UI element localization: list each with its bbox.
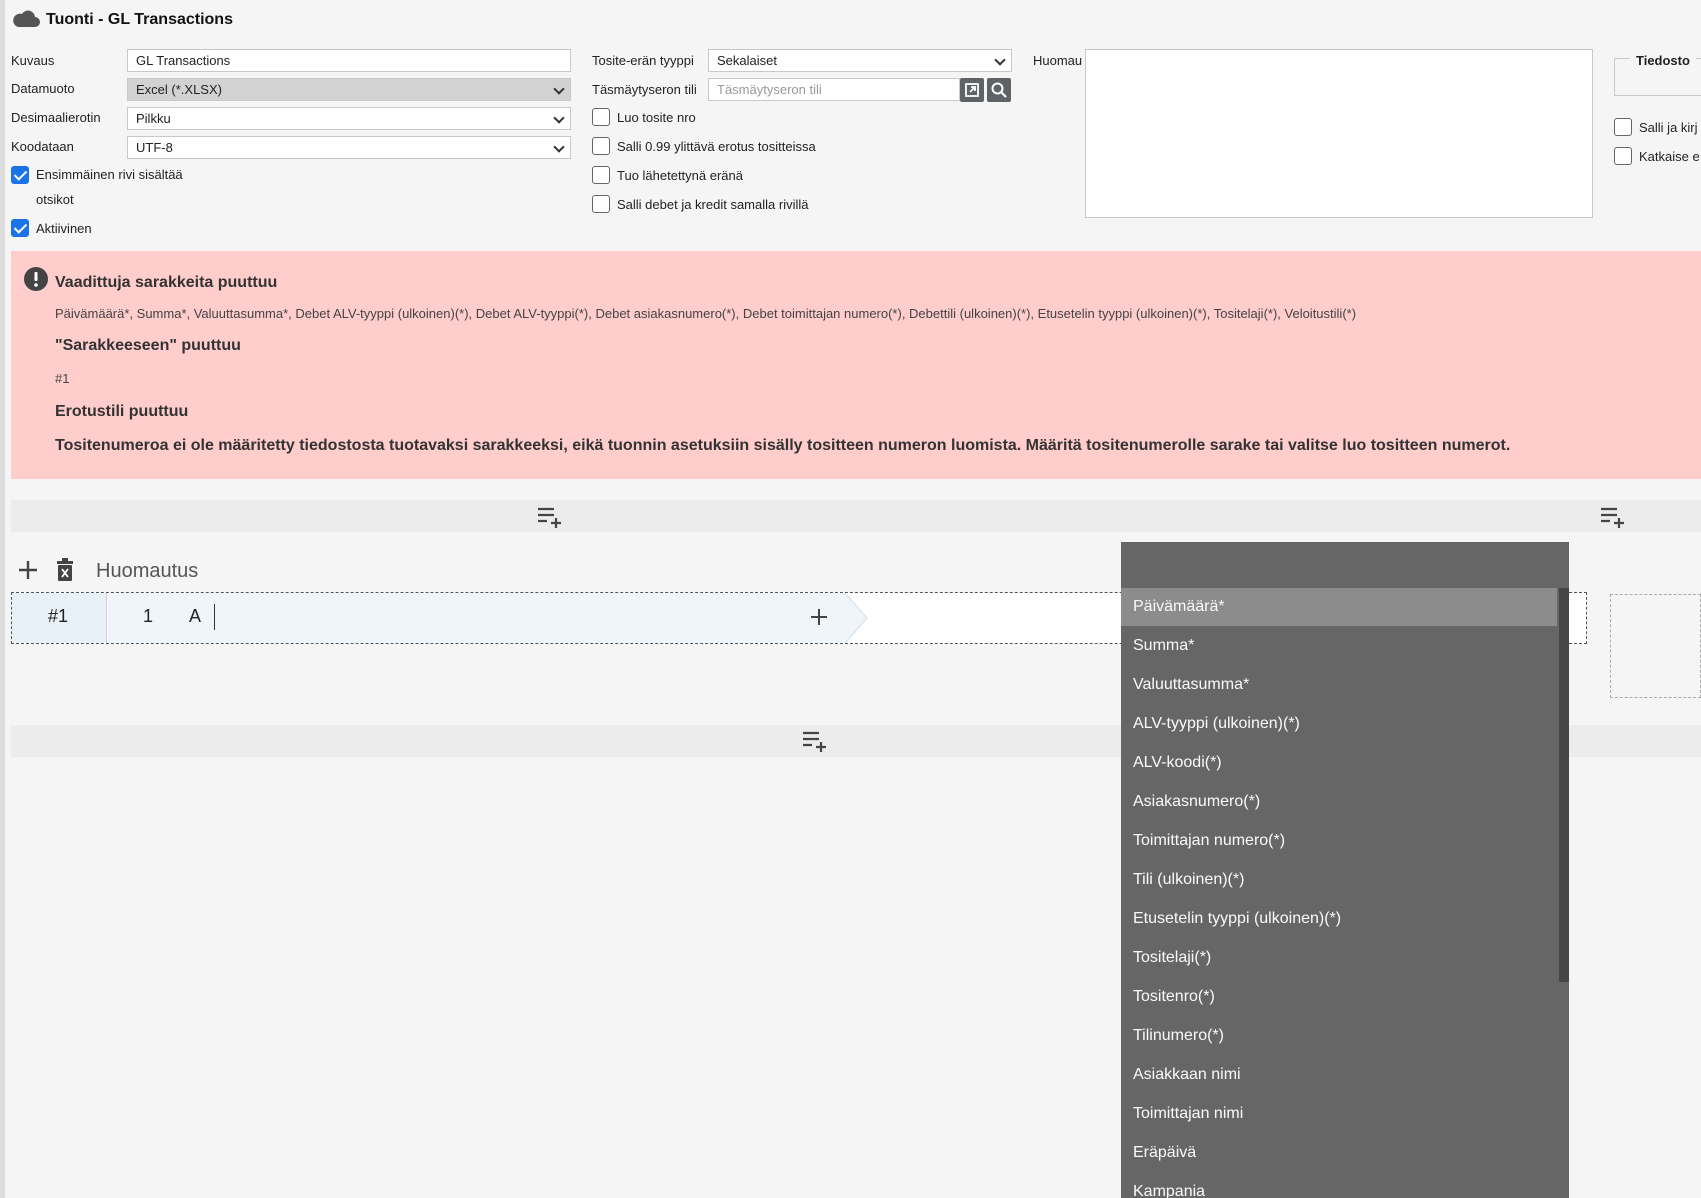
dropdown-item[interactable]: Tilinumero(*) xyxy=(1121,1017,1557,1055)
open-link-button[interactable] xyxy=(960,78,984,102)
kuvaus-label: Kuvaus xyxy=(11,53,55,68)
dropdown-item[interactable]: Tili (ulkoinen)(*) xyxy=(1121,861,1557,899)
koodataan-select[interactable]: UTF-8 xyxy=(127,136,571,159)
drop-zone[interactable] xyxy=(1610,594,1701,698)
salli-kirj-label: Salli ja kirj xyxy=(1639,120,1698,135)
huomautus-header: Huomautus xyxy=(96,560,199,582)
koodataan-value: UTF-8 xyxy=(136,140,173,155)
datamuoto-label: Datamuoto xyxy=(11,81,75,96)
datamuoto-value: Excel (*.XLSX) xyxy=(136,82,222,97)
add-icon[interactable] xyxy=(17,559,39,581)
dropdown-scrollbar[interactable] xyxy=(1559,588,1569,982)
tuo-lahetettyna-label: Tuo lähetettynä eränä xyxy=(617,168,743,183)
salli-099-checkbox[interactable] xyxy=(592,137,610,155)
dropdown-item[interactable]: Toimittajan numero(*) xyxy=(1121,822,1557,860)
row-mapping-cell[interactable] xyxy=(108,593,845,643)
search-icon xyxy=(991,82,1007,98)
row-column-number: 1 xyxy=(143,606,154,626)
tiedosto-legend: Tiedosto xyxy=(1630,53,1696,68)
salli-debet-label: Salli debet ja kredit samalla rivillä xyxy=(617,197,809,212)
row-id: #1 xyxy=(48,606,69,626)
salli-debet-checkbox[interactable] xyxy=(592,195,610,213)
error-text-missing-columns: Päivämäärä*, Summa*, Valuuttasumma*, Deb… xyxy=(55,306,1357,321)
search-button[interactable] xyxy=(987,78,1011,102)
luo-tosite-label: Luo tosite nro xyxy=(617,110,696,125)
open-external-icon xyxy=(965,83,979,97)
datamuoto-select[interactable]: Excel (*.XLSX) xyxy=(127,78,571,101)
first-row-headers-label-2: otsikot xyxy=(36,192,74,207)
chevron-down-icon xyxy=(553,141,565,153)
katkaise-label: Katkaise e xyxy=(1639,149,1700,164)
tosite-value: Sekalaiset xyxy=(717,53,777,68)
first-row-headers-checkbox[interactable] xyxy=(11,166,29,184)
first-row-headers-label: Ensimmäinen rivi sisältää xyxy=(36,167,183,182)
alert-icon xyxy=(24,267,48,291)
katkaise-checkbox[interactable] xyxy=(1614,147,1632,165)
desimaali-value: Pilkku xyxy=(136,111,171,126)
koodataan-label: Koodataan xyxy=(11,139,74,154)
add-mapping-icon[interactable] xyxy=(808,606,830,628)
desimaali-label: Desimaalierotin xyxy=(11,110,101,125)
error-title-tositenumero: Tositenumeroa ei ole määritetty tiedosto… xyxy=(55,437,1511,454)
tuo-lahetettyna-checkbox[interactable] xyxy=(592,166,610,184)
aktiivinen-label: Aktiivinen xyxy=(36,221,92,236)
error-title-column: "Sarakkeeseen" puuttuu xyxy=(55,337,241,354)
error-title-missing-columns: Vaadittuja sarakkeita puuttuu xyxy=(55,274,278,291)
dropdown-item[interactable]: Valuuttasumma* xyxy=(1121,666,1557,704)
error-panel: Vaadittuja sarakkeita puuttuu Päivämäärä… xyxy=(11,251,1701,479)
salli-099-label: Salli 0.99 ylittävä erotus tositteissa xyxy=(617,139,816,154)
dropdown-item[interactable]: Toimittajan nimi xyxy=(1121,1095,1557,1133)
dropdown-item[interactable]: Etusetelin tyyppi (ulkoinen)(*) xyxy=(1121,900,1557,938)
chevron-down-icon xyxy=(553,112,565,124)
desimaali-select[interactable]: Pilkku xyxy=(127,107,571,130)
tosite-label: Tosite-erän tyyppi xyxy=(592,53,694,68)
cloud-icon xyxy=(13,10,40,28)
tasmays-label: Täsmäytyseron tili xyxy=(592,82,697,97)
left-edge xyxy=(0,0,5,1198)
dropdown-item[interactable]: Kampania xyxy=(1121,1173,1557,1198)
delete-icon[interactable] xyxy=(54,558,76,582)
dropdown-item[interactable]: Päivämäärä* xyxy=(1121,588,1557,626)
chevron-down-icon xyxy=(553,83,565,95)
playlist-add-icon[interactable] xyxy=(801,729,829,753)
dropdown-item[interactable]: Tositenro(*) xyxy=(1121,978,1557,1016)
kuvaus-input[interactable]: GL Transactions xyxy=(127,49,571,72)
huomau-label: Huomau xyxy=(1033,53,1083,68)
dropdown-item[interactable]: Eräpäivä xyxy=(1121,1134,1557,1172)
tasmays-input[interactable]: Täsmäytyseron tili xyxy=(708,78,960,101)
error-text-column: #1 xyxy=(55,371,70,386)
huomautus-textarea[interactable] xyxy=(1085,49,1593,218)
aktiivinen-checkbox[interactable] xyxy=(11,219,29,237)
dropdown-item[interactable]: Asiakkaan nimi xyxy=(1121,1056,1557,1094)
dropdown-item[interactable]: Tositelaji(*) xyxy=(1121,939,1557,977)
column-dropdown-list[interactable]: Päivämäärä* Summa* Valuuttasumma* ALV-tyypp… xyxy=(1121,588,1569,1198)
playlist-add-icon[interactable] xyxy=(1599,505,1627,529)
dropdown-search-area[interactable] xyxy=(1121,542,1569,592)
arrow-chevron-icon xyxy=(845,593,868,643)
row-column-letter: A xyxy=(189,606,202,626)
dropdown-item[interactable]: ALV-koodi(*) xyxy=(1121,744,1557,782)
luo-tosite-checkbox[interactable] xyxy=(592,108,610,126)
tosite-select[interactable]: Sekalaiset xyxy=(708,49,1012,72)
salli-kirj-checkbox[interactable] xyxy=(1614,118,1632,136)
dropdown-item[interactable]: Summa* xyxy=(1121,627,1557,665)
error-title-erotustili: Erotustili puuttuu xyxy=(55,403,189,420)
dropdown-item[interactable]: ALV-tyyppi (ulkoinen)(*) xyxy=(1121,705,1557,743)
top-add-bar xyxy=(11,500,1701,532)
page-title: Tuonti - GL Transactions xyxy=(46,11,233,28)
chevron-down-icon xyxy=(994,54,1006,66)
text-cursor xyxy=(214,604,215,630)
playlist-add-icon[interactable] xyxy=(536,505,564,529)
dropdown-item[interactable]: Asiakasnumero(*) xyxy=(1121,783,1557,821)
